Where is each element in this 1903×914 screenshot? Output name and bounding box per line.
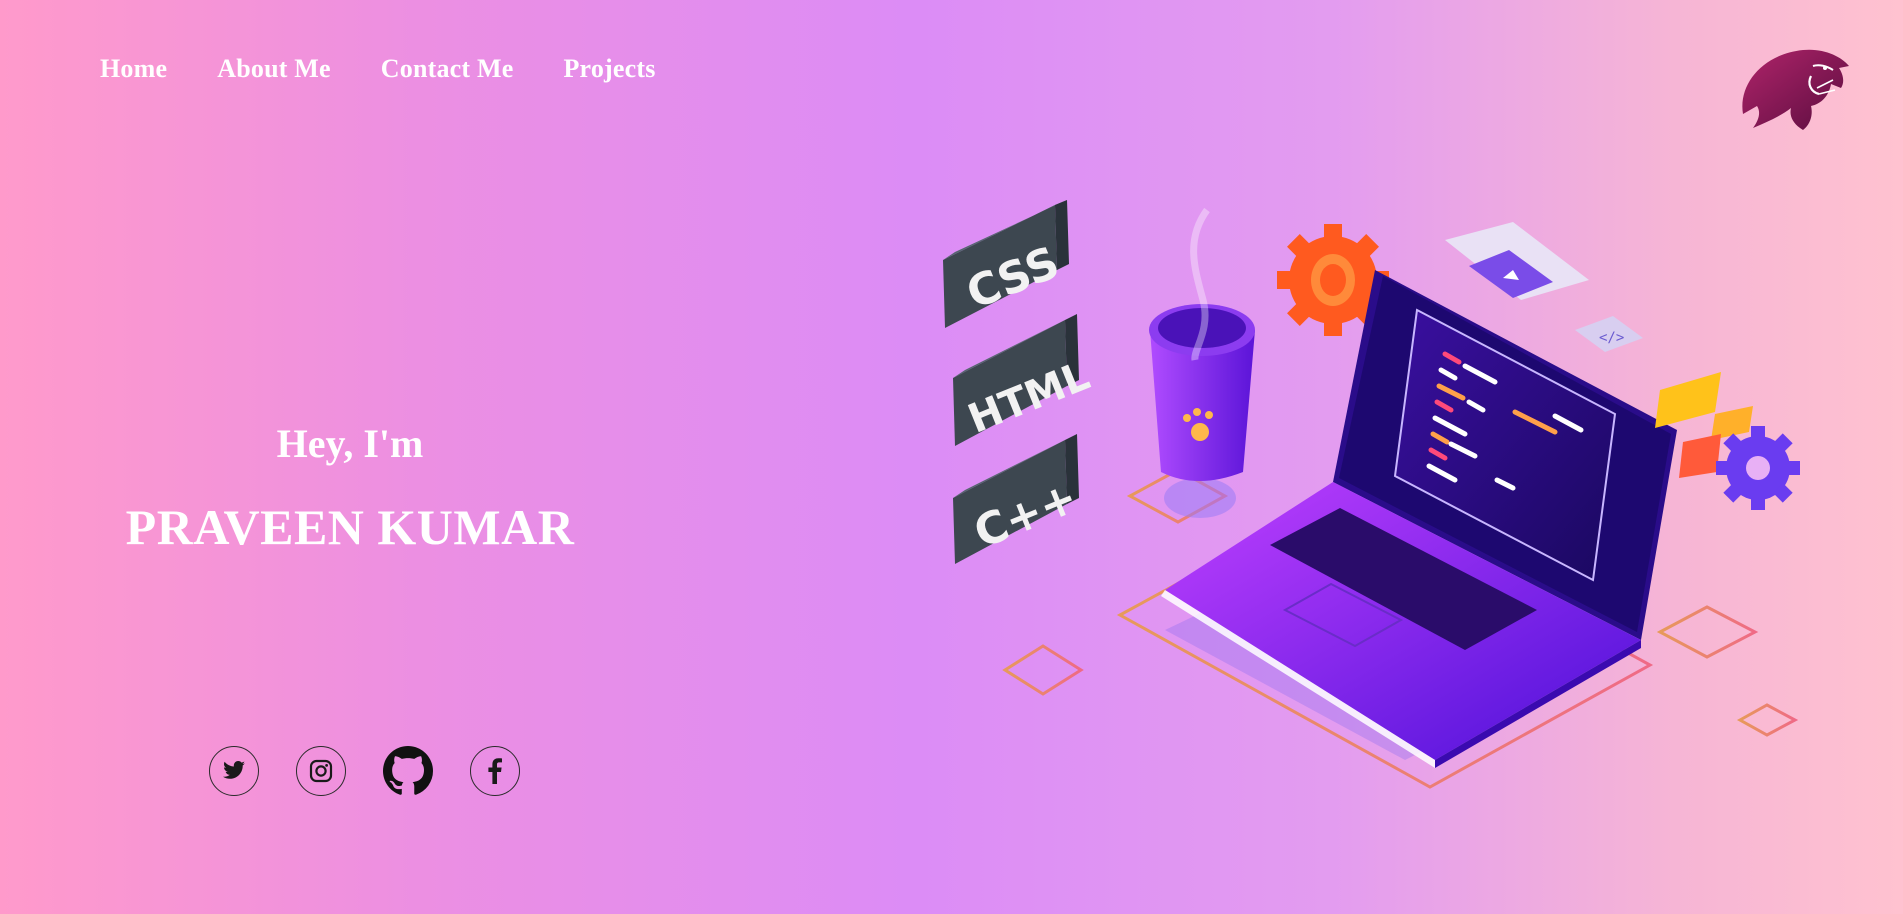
nav-contact-link[interactable]: Contact Me <box>381 54 514 84</box>
facebook-icon[interactable] <box>470 746 520 796</box>
github-icon[interactable] <box>383 746 433 796</box>
nav-about-link[interactable]: About Me <box>217 54 331 84</box>
main-nav: Home About Me Contact Me Projects <box>100 54 656 84</box>
purple-gear <box>1716 426 1800 510</box>
eagle-logo-icon[interactable] <box>1733 44 1853 132</box>
cpp-tag: C++ <box>953 434 1085 564</box>
css-tag: CSS <box>943 200 1069 328</box>
greeting-text: Hey, I'm <box>276 421 424 466</box>
coffee-cup <box>1149 207 1255 518</box>
developer-laptop-illustration: CSS HTML C++ </> <box>943 200 1800 789</box>
svg-text:</>: </> <box>1599 330 1624 346</box>
hero-name: PRAVEEN KUMAR <box>125 499 575 555</box>
twitter-icon[interactable] <box>209 746 259 796</box>
social-links <box>209 746 520 796</box>
nav-projects-link[interactable]: Projects <box>563 54 655 84</box>
html-tag: HTML <box>953 314 1096 446</box>
code-card: </> <box>1575 316 1643 352</box>
nav-home-link[interactable]: Home <box>100 54 167 84</box>
instagram-icon[interactable] <box>296 746 346 796</box>
video-card <box>1445 222 1589 300</box>
